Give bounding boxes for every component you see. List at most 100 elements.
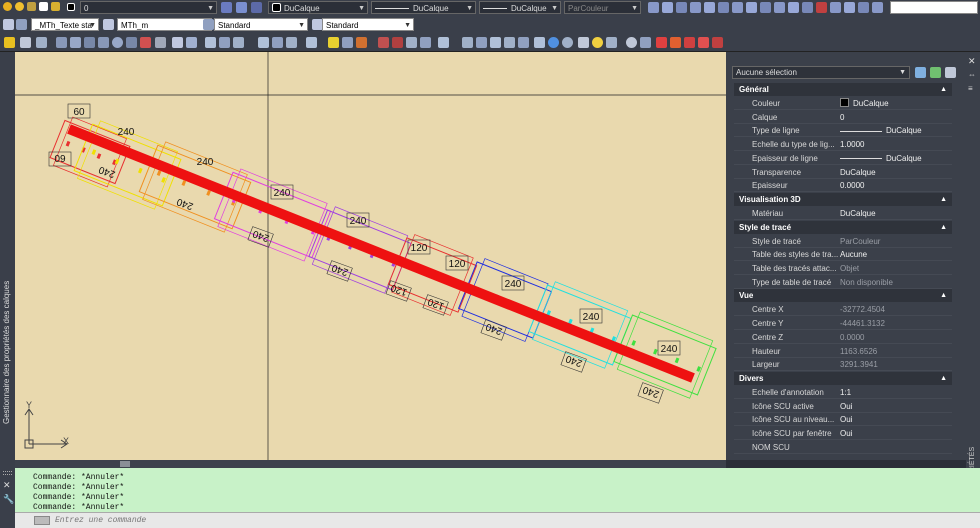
image-icon[interactable] (656, 37, 667, 48)
trim-icon[interactable] (342, 37, 353, 48)
measure-icon[interactable] (36, 37, 47, 48)
wrench-icon[interactable]: 🔧 (3, 494, 14, 504)
design-center-icon[interactable] (684, 37, 695, 48)
toolpalette-icon[interactable] (670, 37, 681, 48)
dim-style-icon[interactable] (103, 19, 114, 30)
quick-select-icon[interactable] (945, 67, 956, 78)
join-icon[interactable] (392, 37, 403, 48)
lightning-icon[interactable] (4, 37, 15, 48)
scrollbar-thumb[interactable] (120, 461, 130, 467)
tolerance-icon[interactable] (816, 2, 827, 13)
clock-icon[interactable] (626, 37, 637, 48)
walk-icon[interactable] (606, 37, 617, 48)
text-style-manager-icon[interactable] (16, 19, 27, 30)
collapse-icon[interactable]: ▲ (940, 83, 947, 96)
color-dropdown[interactable]: DuCalque ▼ (268, 1, 368, 14)
collapse-icon[interactable]: ▲ (940, 372, 947, 385)
layer-bulb-icon[interactable] (3, 2, 12, 11)
arc-icon[interactable] (98, 37, 109, 48)
horizontal-scrollbar[interactable] (15, 460, 726, 468)
close-icon[interactable]: ✕ (3, 480, 13, 490)
layer-properties-icon[interactable] (462, 37, 473, 48)
orbit-icon[interactable] (562, 37, 573, 48)
stretch-icon[interactable] (328, 37, 339, 48)
property-row[interactable]: Centre X -32772.4504 (734, 303, 952, 317)
property-row[interactable]: Centre Y -44461.3132 (734, 317, 952, 331)
dim-angular-icon[interactable] (732, 2, 743, 13)
spline-icon[interactable] (126, 37, 137, 48)
dim-arc-icon[interactable] (676, 2, 687, 13)
property-row[interactable]: Echelle du type de lig... 1.0000 (734, 138, 952, 152)
collapse-icon[interactable]: ▲ (940, 221, 947, 234)
lineweight-dropdown[interactable]: DuCalque ▼ (479, 1, 561, 14)
circle-icon[interactable] (112, 37, 123, 48)
section-header[interactable]: Vue ▲ (734, 289, 952, 303)
property-row[interactable]: Largeur 3291.3941 (734, 358, 952, 372)
command-input[interactable]: Entrez une commande (15, 512, 980, 528)
section-header[interactable]: Divers ▲ (734, 371, 952, 385)
fillet-icon[interactable] (420, 37, 431, 48)
layer-color-icon[interactable] (39, 2, 48, 11)
dim-inspect-icon[interactable] (844, 2, 855, 13)
rectangle-icon[interactable] (84, 37, 95, 48)
dim-jogged-icon[interactable] (858, 2, 869, 13)
camera-icon[interactable] (640, 37, 651, 48)
scale-icon[interactable] (306, 37, 317, 48)
settings-icon[interactable]: ≡ (968, 84, 978, 94)
select-objects-icon[interactable] (930, 67, 941, 78)
property-row[interactable]: Icône SCU par fenêtre Oui (734, 427, 952, 440)
dim-break-icon[interactable] (802, 2, 813, 13)
text-style-icon[interactable] (3, 19, 14, 30)
line-icon[interactable] (56, 37, 67, 48)
dim-radius-icon[interactable] (704, 2, 715, 13)
mtext-icon[interactable] (186, 37, 197, 48)
dim-space-icon[interactable] (788, 2, 799, 13)
undo-icon[interactable] (578, 37, 589, 48)
layer-states-icon[interactable] (476, 37, 487, 48)
section-header[interactable]: Général ▲ (734, 83, 952, 96)
property-row[interactable]: Type de ligne DuCalque (734, 124, 952, 138)
dimstyle-dropdown[interactable]: MTh_m▼ (117, 18, 212, 31)
property-row[interactable]: Hauteur 1163.6526 (734, 345, 952, 358)
sheet-set-icon[interactable] (698, 37, 709, 48)
dim-linear-icon[interactable] (648, 2, 659, 13)
render-icon[interactable] (534, 37, 545, 48)
dim-diameter-icon[interactable] (718, 2, 729, 13)
property-row[interactable]: Epaisseur de ligne DuCalque (734, 152, 952, 165)
select-icon[interactable] (20, 37, 31, 48)
property-row[interactable]: Matériau DuCalque (734, 207, 952, 220)
command-prompt-icon[interactable] (34, 516, 50, 525)
dimstyle-search-field[interactable] (890, 1, 978, 14)
tablestyle-dropdown[interactable]: Standard ▼ (214, 18, 308, 31)
layer-dropdown[interactable]: 0 ▼ (80, 1, 217, 14)
collapse-icon[interactable]: ▲ (940, 289, 947, 302)
property-row[interactable]: Transparence DuCalque (734, 166, 952, 179)
layer-properties-palette-strip[interactable]: Gestionnaire des propriétés des calques (0, 52, 15, 468)
globe-icon[interactable] (548, 37, 559, 48)
dim-quick-icon[interactable] (746, 2, 757, 13)
markup-icon[interactable] (712, 37, 723, 48)
rotate-icon[interactable] (286, 37, 297, 48)
make-current-layer-icon[interactable] (221, 2, 232, 13)
textstyle-dropdown[interactable]: _MTh_Texte sta ▼ (31, 18, 99, 31)
grip-icon[interactable] (3, 471, 12, 475)
autohide-icon[interactable]: ⇔ (968, 70, 978, 80)
property-row[interactable]: Echelle d'annotation 1:1 (734, 386, 952, 399)
dim-edit-icon[interactable] (872, 2, 883, 13)
multileader-style-dropdown[interactable]: Standard ▼ (322, 18, 414, 31)
layer-sun-icon[interactable] (15, 2, 24, 11)
property-row[interactable]: Centre Z 0.0000 (734, 331, 952, 344)
center-mark-icon[interactable] (830, 2, 841, 13)
layer-lock-icon[interactable] (27, 2, 36, 11)
light-icon[interactable] (592, 37, 603, 48)
layer-plot-icon[interactable] (51, 2, 60, 11)
close-icon[interactable]: ✕ (968, 56, 978, 66)
section-header[interactable]: Style de tracé ▲ (734, 220, 952, 234)
layer-walk-icon[interactable] (504, 37, 515, 48)
property-row[interactable]: Icône SCU active Oui (734, 400, 952, 413)
property-row[interactable]: Table des styles de tra... Aucune (734, 248, 952, 262)
property-row[interactable]: Calque 0 (734, 111, 952, 124)
polyline-icon[interactable] (70, 37, 81, 48)
insert-block-icon[interactable] (140, 37, 151, 48)
match-layer-icon[interactable] (251, 2, 262, 13)
